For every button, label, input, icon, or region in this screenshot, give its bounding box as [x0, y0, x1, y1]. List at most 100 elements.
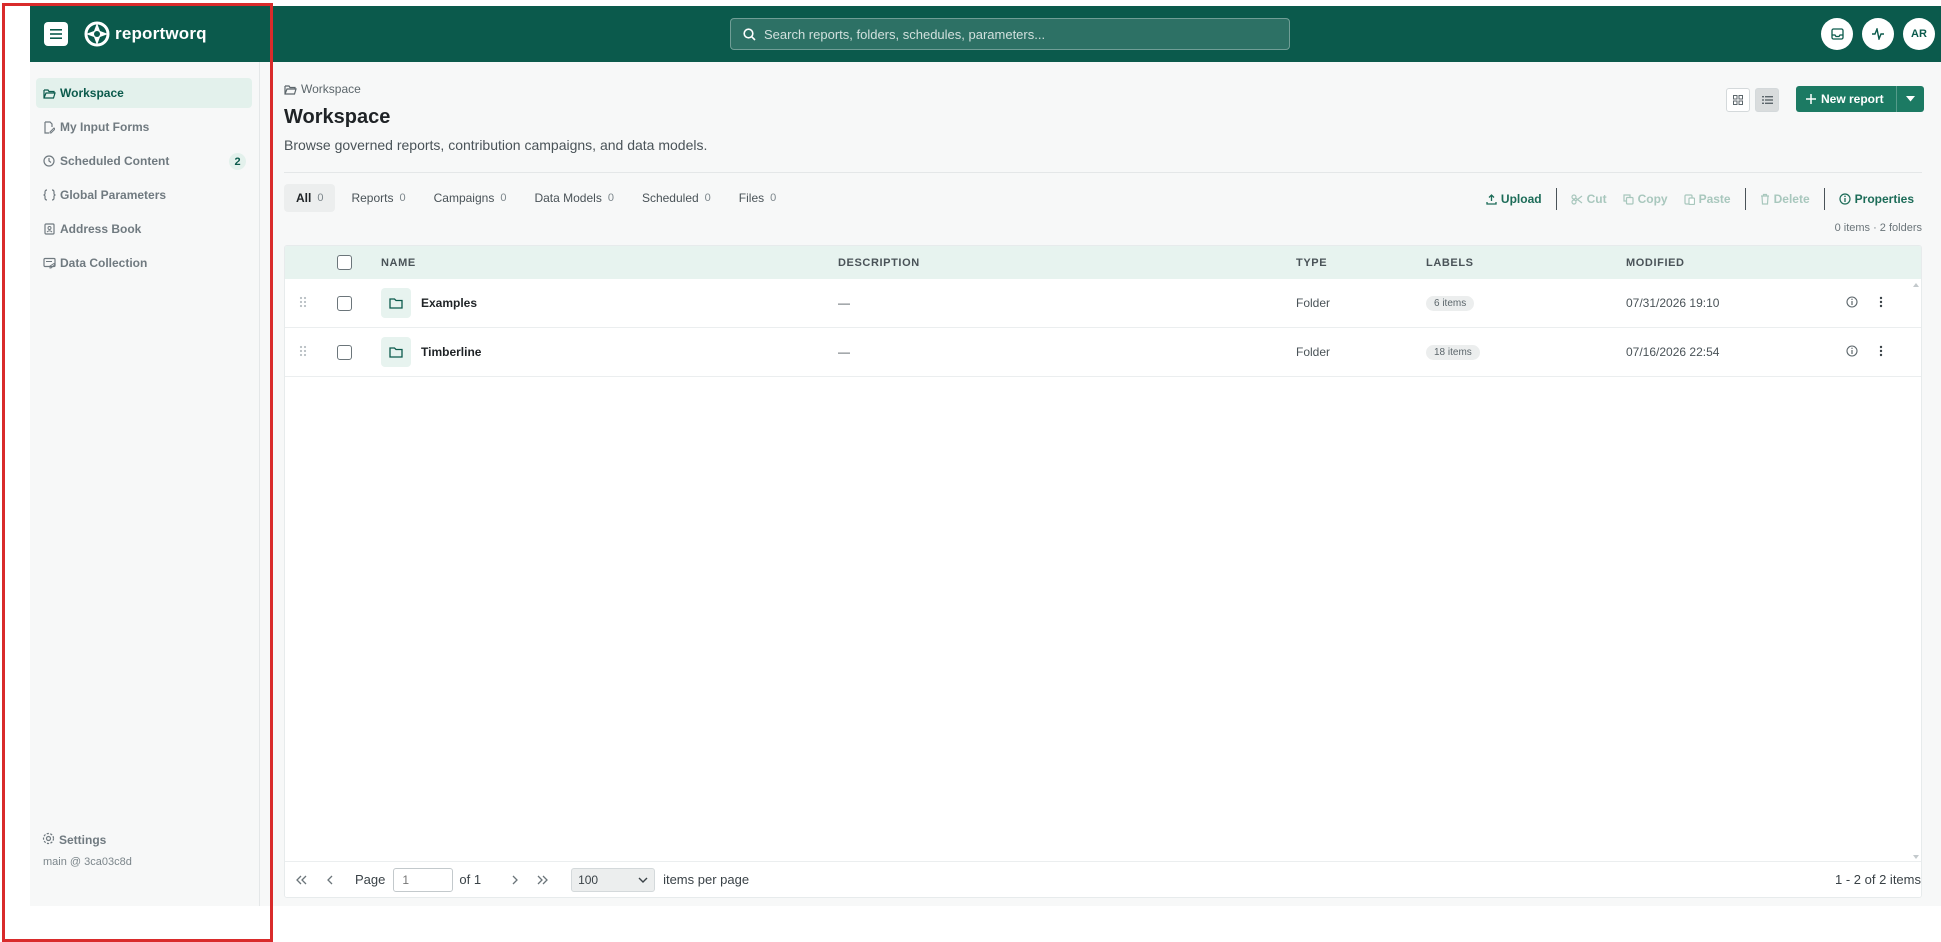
paste-icon [1683, 194, 1695, 205]
prev-page-button[interactable] [321, 875, 337, 885]
row-folder-badge [381, 288, 411, 318]
tab-count: 0 [317, 192, 324, 204]
last-page-button[interactable] [535, 875, 551, 885]
row-checkbox[interactable] [337, 295, 352, 311]
list-icon [1761, 96, 1773, 104]
sidebar: Workspace My Input Forms Scheduled Conte… [30, 62, 260, 906]
breadcrumb[interactable]: Workspace [284, 82, 361, 96]
search-input[interactable] [764, 26, 1264, 42]
brand-logo[interactable]: reportworq [84, 20, 207, 48]
action-toolbar: Upload Cut Copy Paste Delete Properties [1478, 186, 1922, 212]
drag-handle[interactable] [299, 345, 307, 360]
paste-button[interactable]: Paste [1676, 186, 1739, 212]
tab-label: Scheduled [641, 191, 699, 205]
sidebar-item-my-input-forms[interactable]: My Input Forms [36, 112, 252, 142]
tab-count: 0 [607, 192, 614, 204]
tab-files[interactable]: Files 0 [727, 184, 788, 212]
sidebar-item-label: My Input Forms [60, 120, 150, 134]
drag-handle[interactable] [299, 296, 307, 311]
tab-scheduled[interactable]: Scheduled 0 [630, 184, 723, 212]
row-info-button[interactable] [1846, 295, 1858, 311]
sidebar-item-settings[interactable]: Settings [42, 832, 106, 848]
item-counts: 0 items · 2 folders [1834, 222, 1922, 234]
tab-count: 0 [500, 192, 507, 204]
row-name[interactable]: Examples [421, 296, 477, 310]
version-label: main @ 3ca03c8d [43, 856, 132, 868]
new-report-button[interactable]: New report [1796, 86, 1924, 112]
row-modified: 07/31/2026 19:10 [1626, 296, 1720, 310]
menu-button[interactable] [44, 22, 68, 46]
page-label: Page [355, 872, 386, 887]
table-row[interactable]: Examples — Folder 6 items 07/31/2026 19:… [285, 279, 1921, 328]
breadcrumb-item[interactable]: Workspace [301, 82, 361, 96]
sidebar-item-scheduled-content[interactable]: Scheduled Content 2 [36, 146, 252, 176]
row-name[interactable]: Timberline [421, 345, 481, 359]
grid-view-button[interactable] [1726, 88, 1750, 112]
gear-icon [42, 832, 55, 845]
copy-button[interactable]: Copy [1615, 186, 1676, 212]
table-scrollbar[interactable] [1911, 279, 1921, 863]
row-checkbox[interactable] [337, 344, 352, 360]
tab-label: Reports [351, 191, 394, 205]
new-report-dropdown[interactable] [1896, 86, 1924, 112]
chevron-down-icon [638, 877, 648, 883]
new-report-label: New report [1821, 92, 1884, 106]
sidebar-item-address-book[interactable]: Address Book [36, 214, 252, 244]
caret-down-icon [1906, 96, 1915, 102]
column-header-name[interactable]: NAME [381, 257, 416, 269]
plus-icon [1806, 94, 1816, 104]
column-header-labels[interactable]: LABELS [1426, 257, 1474, 269]
scroll-up-icon [1913, 283, 1919, 287]
scissors-icon [1570, 193, 1582, 205]
activity-button[interactable] [1862, 18, 1894, 50]
chevrons-left-icon [296, 875, 307, 884]
settings-label: Settings [59, 833, 107, 847]
sidebar-item-global-parameters[interactable]: Global Parameters [36, 180, 252, 210]
column-header-description[interactable]: DESCRIPTION [838, 257, 920, 269]
tab-campaigns[interactable]: Campaigns 0 [422, 184, 519, 212]
inbox-button[interactable] [1821, 18, 1853, 50]
row-more-button[interactable] [1879, 345, 1883, 360]
global-search[interactable] [730, 18, 1290, 50]
next-page-button[interactable] [507, 875, 523, 885]
tab-count: 0 [399, 192, 406, 204]
tab-reports[interactable]: Reports 0 [339, 184, 417, 212]
drag-handle-icon [299, 345, 307, 356]
tab-label: Files [738, 191, 765, 205]
activity-icon [1872, 28, 1884, 40]
content-tabs: All 0 Reports 0 Campaigns 0 Data Models 0 Sc… [284, 184, 792, 212]
column-header-modified[interactable]: MODIFIED [1626, 257, 1685, 269]
per-page-value: 100 [578, 872, 599, 887]
tab-data-models[interactable]: Data Models 0 [522, 184, 626, 212]
table-row[interactable]: Timberline — Folder 18 items 07/16/2026 … [285, 328, 1921, 377]
properties-button[interactable]: Properties [1831, 186, 1922, 212]
sidebar-item-label: Global Parameters [60, 188, 167, 202]
user-avatar[interactable]: AR [1903, 18, 1935, 50]
toolbar-separator [1555, 188, 1557, 210]
row-labels-chip: 18 items [1426, 344, 1480, 360]
sidebar-item-data-collection[interactable]: Data Collection [36, 248, 252, 278]
brand-name: reportworq [115, 24, 207, 43]
row-more-button[interactable] [1879, 296, 1883, 311]
toolbar-separator [1823, 188, 1825, 210]
list-view-button[interactable] [1755, 88, 1779, 112]
view-toggle [1726, 88, 1779, 112]
tab-label: Data Models [534, 191, 602, 205]
row-info-button[interactable] [1846, 344, 1858, 360]
first-page-button[interactable] [293, 875, 309, 885]
sidebar-item-workspace[interactable]: Workspace [36, 78, 252, 108]
app-window: reportworq AR Workspace My Input Forms [30, 6, 1941, 906]
tab-all[interactable]: All 0 [284, 184, 336, 212]
sidebar-item-label: Workspace [60, 86, 124, 100]
page-of-label: of 1 [459, 872, 482, 887]
sidebar-nav: Workspace My Input Forms Scheduled Conte… [36, 78, 252, 282]
cut-button[interactable]: Cut [1563, 186, 1615, 212]
scheduled-count-badge: 2 [229, 153, 246, 170]
page-number-input[interactable] [393, 867, 454, 892]
upload-button[interactable]: Upload [1478, 186, 1550, 212]
items-per-page-select[interactable]: 100 [571, 867, 656, 892]
delete-button[interactable]: Delete [1752, 186, 1818, 212]
top-bar: reportworq AR [30, 6, 1941, 62]
column-header-type[interactable]: TYPE [1296, 257, 1327, 269]
select-all-checkbox[interactable] [337, 255, 352, 270]
